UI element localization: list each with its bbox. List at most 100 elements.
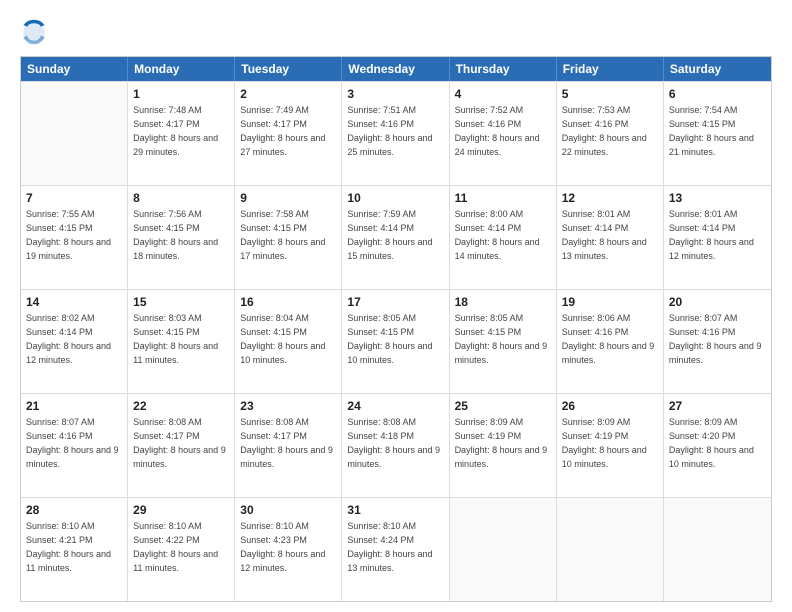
cal-header-cell-tuesday: Tuesday	[235, 57, 342, 81]
day-number: 12	[562, 190, 658, 207]
cal-cell-18: 18Sunrise: 8:05 AM Sunset: 4:15 PM Dayli…	[450, 290, 557, 393]
calendar: SundayMondayTuesdayWednesdayThursdayFrid…	[20, 56, 772, 602]
day-number: 29	[133, 502, 229, 519]
day-number: 14	[26, 294, 122, 311]
cal-cell-empty-4-4	[450, 498, 557, 601]
cal-cell-17: 17 Sunrise: 8:05 AM Sunset: 4:15 PM Dayli…	[342, 290, 449, 393]
cell-details: Sunrise: 7:59 AM Sunset: 4:14 PM Dayligh…	[347, 209, 432, 260]
cell-details: Sunrise: 7:58 AM Sunset: 4:15 PM Dayligh…	[240, 209, 325, 260]
cal-cell-empty-4-5	[557, 498, 664, 601]
day-number: 11	[455, 190, 551, 207]
cal-cell-29: 29 Sunrise: 8:10 AM Sunset: 4:22 PM Dayli…	[128, 498, 235, 601]
logo	[20, 18, 52, 46]
day-number: 31	[347, 502, 443, 519]
cell-details: Sunrise: 8:07 AM Sunset: 4:16 PM Dayligh…	[669, 313, 762, 364]
day-number: 20	[669, 294, 766, 311]
cal-cell-4: 4 Sunrise: 7:52 AM Sunset: 4:16 PM Daylig…	[450, 82, 557, 185]
day-number: 17	[347, 294, 443, 311]
day-number: 27	[669, 398, 766, 415]
cell-details: Sunrise: 7:48 AM Sunset: 4:17 PM Dayligh…	[133, 105, 218, 156]
calendar-body: 1 Sunrise: 7:48 AM Sunset: 4:17 PM Daylig…	[21, 81, 771, 601]
cal-cell-27: 27 Sunrise: 8:09 AM Sunset: 4:20 PM Dayli…	[664, 394, 771, 497]
cell-details: Sunrise: 8:06 AM Sunset: 4:16 PM Dayligh…	[562, 313, 655, 364]
day-number: 7	[26, 190, 122, 207]
cell-details: Sunrise: 8:08 AM Sunset: 4:17 PM Dayligh…	[240, 417, 333, 468]
cell-details: Sunrise: 8:09 AM Sunset: 4:20 PM Dayligh…	[669, 417, 754, 468]
cell-details: Sunrise: 8:01 AM Sunset: 4:14 PM Dayligh…	[562, 209, 647, 260]
cal-cell-5: 5Sunrise: 7:53 AM Sunset: 4:16 PM Daylig…	[557, 82, 664, 185]
day-number: 13	[669, 190, 766, 207]
cell-details: Sunrise: 8:10 AM Sunset: 4:24 PM Dayligh…	[347, 521, 432, 572]
header	[20, 18, 772, 46]
day-number: 30	[240, 502, 336, 519]
cal-cell-22: 22 Sunrise: 8:08 AM Sunset: 4:17 PM Dayli…	[128, 394, 235, 497]
cal-cell-9: 9 Sunrise: 7:58 AM Sunset: 4:15 PM Daylig…	[235, 186, 342, 289]
cal-cell-12: 12 Sunrise: 8:01 AM Sunset: 4:14 PM Dayli…	[557, 186, 664, 289]
cal-cell-25: 25 Sunrise: 8:09 AM Sunset: 4:19 PM Dayli…	[450, 394, 557, 497]
cell-details: Sunrise: 8:08 AM Sunset: 4:18 PM Dayligh…	[347, 417, 440, 468]
cal-cell-21: 21 Sunrise: 8:07 AM Sunset: 4:16 PM Dayli…	[21, 394, 128, 497]
cal-cell-7: 7 Sunrise: 7:55 AM Sunset: 4:15 PM Daylig…	[21, 186, 128, 289]
calendar-header-row: SundayMondayTuesdayWednesdayThursdayFrid…	[21, 57, 771, 81]
cell-details: Sunrise: 7:55 AM Sunset: 4:15 PM Dayligh…	[26, 209, 111, 260]
cal-cell-11: 11 Sunrise: 8:00 AM Sunset: 4:14 PM Dayli…	[450, 186, 557, 289]
cal-cell-30: 30 Sunrise: 8:10 AM Sunset: 4:23 PM Dayli…	[235, 498, 342, 601]
day-number: 9	[240, 190, 336, 207]
cal-cell-24: 24 Sunrise: 8:08 AM Sunset: 4:18 PM Dayli…	[342, 394, 449, 497]
cal-cell-20: 20 Sunrise: 8:07 AM Sunset: 4:16 PM Dayli…	[664, 290, 771, 393]
cal-row-0: 1 Sunrise: 7:48 AM Sunset: 4:17 PM Daylig…	[21, 81, 771, 185]
cal-cell-1: 1 Sunrise: 7:48 AM Sunset: 4:17 PM Daylig…	[128, 82, 235, 185]
day-number: 26	[562, 398, 658, 415]
cal-cell-10: 10 Sunrise: 7:59 AM Sunset: 4:14 PM Dayli…	[342, 186, 449, 289]
day-number: 4	[455, 86, 551, 103]
cell-details: Sunrise: 8:10 AM Sunset: 4:22 PM Dayligh…	[133, 521, 218, 572]
day-number: 10	[347, 190, 443, 207]
cell-details: Sunrise: 8:09 AM Sunset: 4:19 PM Dayligh…	[562, 417, 647, 468]
cell-details: Sunrise: 8:08 AM Sunset: 4:17 PM Dayligh…	[133, 417, 226, 468]
cal-row-2: 14Sunrise: 8:02 AM Sunset: 4:14 PM Dayli…	[21, 289, 771, 393]
cal-cell-2: 2 Sunrise: 7:49 AM Sunset: 4:17 PM Daylig…	[235, 82, 342, 185]
cell-details: Sunrise: 7:52 AM Sunset: 4:16 PM Dayligh…	[455, 105, 540, 156]
day-number: 3	[347, 86, 443, 103]
cal-row-4: 28 Sunrise: 8:10 AM Sunset: 4:21 PM Dayli…	[21, 497, 771, 601]
day-number: 24	[347, 398, 443, 415]
cal-cell-13: 13Sunrise: 8:01 AM Sunset: 4:14 PM Dayli…	[664, 186, 771, 289]
cell-details: Sunrise: 8:09 AM Sunset: 4:19 PM Dayligh…	[455, 417, 548, 468]
day-number: 22	[133, 398, 229, 415]
day-number: 15	[133, 294, 229, 311]
cal-cell-empty-0-0	[21, 82, 128, 185]
cal-header-cell-thursday: Thursday	[450, 57, 557, 81]
cal-cell-3: 3 Sunrise: 7:51 AM Sunset: 4:16 PM Daylig…	[342, 82, 449, 185]
cal-row-1: 7 Sunrise: 7:55 AM Sunset: 4:15 PM Daylig…	[21, 185, 771, 289]
cell-details: Sunrise: 8:10 AM Sunset: 4:23 PM Dayligh…	[240, 521, 325, 572]
cal-cell-empty-4-6	[664, 498, 771, 601]
cell-details: Sunrise: 7:51 AM Sunset: 4:16 PM Dayligh…	[347, 105, 432, 156]
cell-details: Sunrise: 8:10 AM Sunset: 4:21 PM Dayligh…	[26, 521, 111, 572]
cell-details: Sunrise: 7:54 AM Sunset: 4:15 PM Dayligh…	[669, 105, 754, 156]
cal-header-cell-friday: Friday	[557, 57, 664, 81]
cell-details: Sunrise: 7:49 AM Sunset: 4:17 PM Dayligh…	[240, 105, 325, 156]
day-number: 21	[26, 398, 122, 415]
day-number: 8	[133, 190, 229, 207]
day-number: 25	[455, 398, 551, 415]
cell-details: Sunrise: 7:53 AM Sunset: 4:16 PM Dayligh…	[562, 105, 647, 156]
cal-cell-23: 23Sunrise: 8:08 AM Sunset: 4:17 PM Dayli…	[235, 394, 342, 497]
cal-header-cell-saturday: Saturday	[664, 57, 771, 81]
cal-cell-19: 19Sunrise: 8:06 AM Sunset: 4:16 PM Dayli…	[557, 290, 664, 393]
cal-cell-28: 28 Sunrise: 8:10 AM Sunset: 4:21 PM Dayli…	[21, 498, 128, 601]
cell-details: Sunrise: 8:07 AM Sunset: 4:16 PM Dayligh…	[26, 417, 119, 468]
cal-header-cell-wednesday: Wednesday	[342, 57, 449, 81]
day-number: 16	[240, 294, 336, 311]
day-number: 1	[133, 86, 229, 103]
cell-details: Sunrise: 8:00 AM Sunset: 4:14 PM Dayligh…	[455, 209, 540, 260]
cal-cell-6: 6Sunrise: 7:54 AM Sunset: 4:15 PM Daylig…	[664, 82, 771, 185]
cell-details: Sunrise: 8:05 AM Sunset: 4:15 PM Dayligh…	[347, 313, 432, 364]
cal-cell-15: 15Sunrise: 8:03 AM Sunset: 4:15 PM Dayli…	[128, 290, 235, 393]
cal-cell-31: 31 Sunrise: 8:10 AM Sunset: 4:24 PM Dayli…	[342, 498, 449, 601]
day-number: 2	[240, 86, 336, 103]
day-number: 18	[455, 294, 551, 311]
cal-header-cell-sunday: Sunday	[21, 57, 128, 81]
cal-row-3: 21 Sunrise: 8:07 AM Sunset: 4:16 PM Dayli…	[21, 393, 771, 497]
day-number: 28	[26, 502, 122, 519]
cal-cell-26: 26 Sunrise: 8:09 AM Sunset: 4:19 PM Dayli…	[557, 394, 664, 497]
